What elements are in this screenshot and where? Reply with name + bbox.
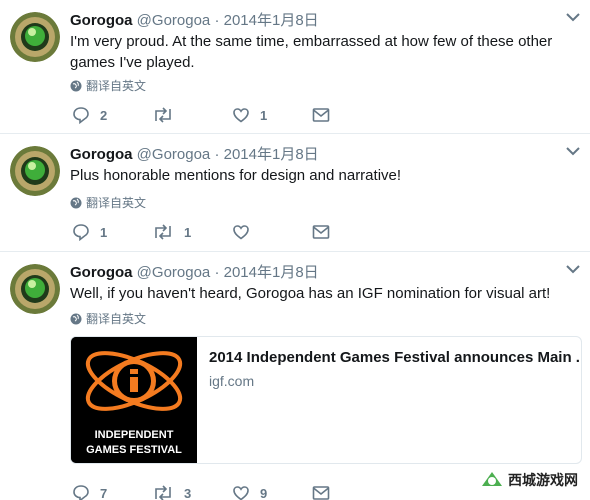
- author-name[interactable]: Gorogoa: [70, 264, 133, 281]
- reply-button[interactable]: 7: [72, 484, 152, 500]
- tweet-actions: 2 1: [72, 106, 392, 124]
- watermark-logo-icon: [482, 472, 502, 486]
- separator: ·: [214, 264, 220, 281]
- author-handle[interactable]: @Gorogoa: [137, 12, 211, 29]
- author-name[interactable]: Gorogoa: [70, 12, 133, 29]
- message-button[interactable]: [312, 107, 392, 123]
- retweet-icon: [155, 107, 171, 123]
- retweet-button[interactable]: 1: [152, 223, 232, 241]
- message-icon: [312, 486, 330, 500]
- retweet-icon: [155, 224, 171, 240]
- like-button[interactable]: 9: [232, 484, 312, 500]
- card-domain: igf.com: [209, 373, 255, 389]
- retweet-count: 1: [184, 224, 192, 240]
- tweet-header: Gorogoa @Gorogoa · 2014年1月8日: [70, 261, 319, 282]
- reply-icon: [73, 224, 89, 241]
- translate-link[interactable]: 翻译自英文: [70, 77, 146, 94]
- reply-count: 2: [100, 107, 108, 123]
- translate-label: 翻译自英文: [86, 79, 147, 93]
- retweet-button[interactable]: 3: [152, 484, 232, 500]
- globe-icon: [70, 313, 82, 324]
- link-card[interactable]: INDEPENDENT GAMES FESTIVAL 2014 Independ…: [70, 336, 582, 464]
- tweet-text: Plus honorable mentions for design and n…: [70, 167, 402, 184]
- reply-icon: [73, 485, 89, 500]
- logo-line-1: INDEPENDENT: [95, 429, 174, 441]
- like-icon: [233, 486, 249, 500]
- separator: ·: [214, 146, 220, 163]
- translate-link[interactable]: 翻译自英文: [70, 194, 146, 211]
- site-watermark: 西城游戏网: [476, 466, 586, 494]
- tweet-date[interactable]: 2014年1月8日: [224, 264, 319, 281]
- igf-logo-image: INDEPENDENT GAMES FESTIVAL: [71, 337, 197, 463]
- separator: ·: [214, 12, 220, 29]
- translate-link[interactable]: 翻译自英文: [70, 310, 146, 327]
- like-count: 9: [260, 485, 268, 500]
- tweet-actions: 7 3 9: [72, 484, 392, 500]
- chevron-down-icon[interactable]: [566, 264, 580, 274]
- message-button[interactable]: [312, 485, 392, 500]
- reply-button[interactable]: 2: [72, 106, 152, 124]
- tweet-actions: 1 1: [72, 223, 392, 241]
- translate-label: 翻译自英文: [86, 196, 147, 210]
- tweet-date[interactable]: 2014年1月8日: [224, 12, 319, 29]
- reply-count: 7: [100, 485, 108, 500]
- like-icon: [233, 108, 249, 123]
- globe-icon: [70, 197, 82, 208]
- message-icon: [312, 108, 330, 122]
- retweet-icon: [155, 485, 171, 500]
- tweet-header: Gorogoa @Gorogoa · 2014年1月8日: [70, 9, 319, 30]
- tweet-date[interactable]: 2014年1月8日: [224, 146, 319, 163]
- reply-button[interactable]: 1: [72, 223, 152, 241]
- message-button[interactable]: [312, 224, 392, 240]
- translate-label: 翻译自英文: [86, 312, 147, 326]
- like-count: 1: [260, 107, 268, 123]
- avatar[interactable]: [10, 12, 60, 62]
- avatar[interactable]: [10, 146, 60, 196]
- message-icon: [312, 225, 330, 239]
- tweet-text: Well, if you haven't heard, Gorogoa has …: [70, 285, 551, 302]
- like-button[interactable]: [232, 223, 312, 241]
- tweet[interactable]: Gorogoa @Gorogoa · 2014年1月8日 Plus honora…: [0, 134, 590, 252]
- like-icon: [233, 225, 249, 240]
- reply-count: 1: [100, 224, 108, 240]
- tweet-header: Gorogoa @Gorogoa · 2014年1月8日: [70, 143, 319, 164]
- chevron-down-icon[interactable]: [566, 146, 580, 156]
- tweet[interactable]: Gorogoa @Gorogoa · 2014年1月8日 Well, if yo…: [0, 252, 590, 500]
- retweet-count: 3: [184, 485, 192, 500]
- like-button[interactable]: 1: [232, 106, 312, 124]
- avatar[interactable]: [10, 264, 60, 314]
- globe-icon: [70, 80, 82, 91]
- author-handle[interactable]: @Gorogoa: [137, 264, 211, 281]
- tweet[interactable]: Gorogoa @Gorogoa · 2014年1月8日 I'm very pr…: [0, 0, 590, 134]
- logo-line-2: GAMES FESTIVAL: [86, 444, 182, 456]
- tweet-text: I'm very proud. At the same time, embarr…: [70, 33, 553, 71]
- reply-icon: [73, 107, 89, 124]
- author-handle[interactable]: @Gorogoa: [137, 146, 211, 163]
- watermark-text: 西城游戏网: [508, 472, 578, 488]
- author-name[interactable]: Gorogoa: [70, 146, 133, 163]
- retweet-button[interactable]: [152, 106, 232, 124]
- chevron-down-icon[interactable]: [566, 12, 580, 22]
- card-title[interactable]: 2014 Independent Games Festival announce…: [209, 349, 581, 366]
